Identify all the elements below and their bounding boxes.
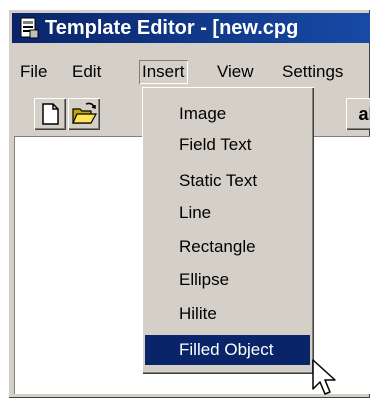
text-tool-button[interactable]: al: [346, 98, 370, 130]
menu-item-field-text[interactable]: Field Text: [145, 130, 310, 160]
open-folder-icon: [72, 102, 98, 124]
menu-file[interactable]: File: [20, 60, 47, 84]
app-icon: [18, 17, 40, 39]
menu-edit[interactable]: Edit: [72, 60, 101, 84]
mouse-pointer-icon: [312, 359, 336, 395]
menu-item-rectangle[interactable]: Rectangle: [145, 232, 310, 262]
menu-item-image[interactable]: Image: [145, 99, 310, 129]
menu-item-filled-object[interactable]: Filled Object: [145, 335, 310, 365]
menu-view[interactable]: View: [217, 60, 254, 84]
new-document-icon: [42, 103, 59, 125]
menu-insert[interactable]: Insert: [139, 60, 188, 84]
menu-item-hilite[interactable]: Hilite: [145, 299, 310, 329]
menu-item-static-text[interactable]: Static Text: [145, 166, 310, 196]
open-folder-button[interactable]: [68, 98, 100, 130]
menu-item-line[interactable]: Line: [145, 198, 310, 228]
menu-bar: File Edit Insert View Settings: [12, 55, 370, 89]
window-title: Template Editor - [new.cpg: [45, 16, 299, 39]
new-document-button[interactable]: [34, 98, 66, 130]
title-bar: Template Editor - [new.cpg: [12, 13, 370, 43]
menu-item-ellipse[interactable]: Ellipse: [145, 265, 310, 295]
menu-settings[interactable]: Settings: [282, 60, 343, 84]
insert-menu: Image Field Text Static Text Line Rectan…: [142, 87, 314, 374]
